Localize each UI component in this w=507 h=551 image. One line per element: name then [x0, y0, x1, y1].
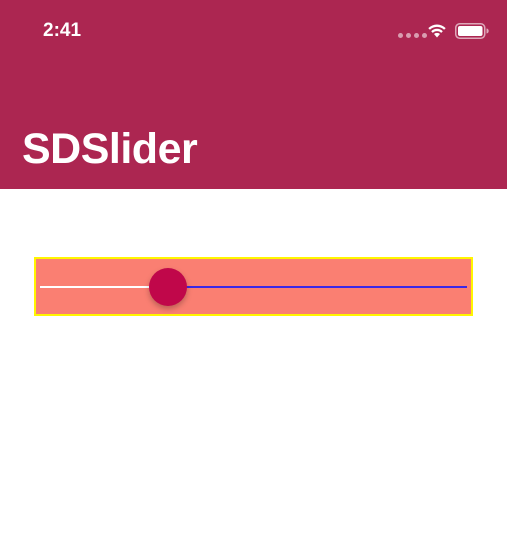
navigation-header: 2:41 SDSlider	[0, 0, 507, 189]
slider-max-track[interactable]	[167, 286, 467, 288]
slider[interactable]	[34, 257, 473, 316]
page-title: SDSlider	[22, 125, 198, 173]
battery-icon	[455, 23, 489, 39]
wifi-icon	[428, 24, 446, 38]
slider-thumb[interactable]	[148, 268, 187, 306]
signal-dots-icon	[398, 33, 427, 38]
status-time: 2:41	[43, 20, 82, 41]
